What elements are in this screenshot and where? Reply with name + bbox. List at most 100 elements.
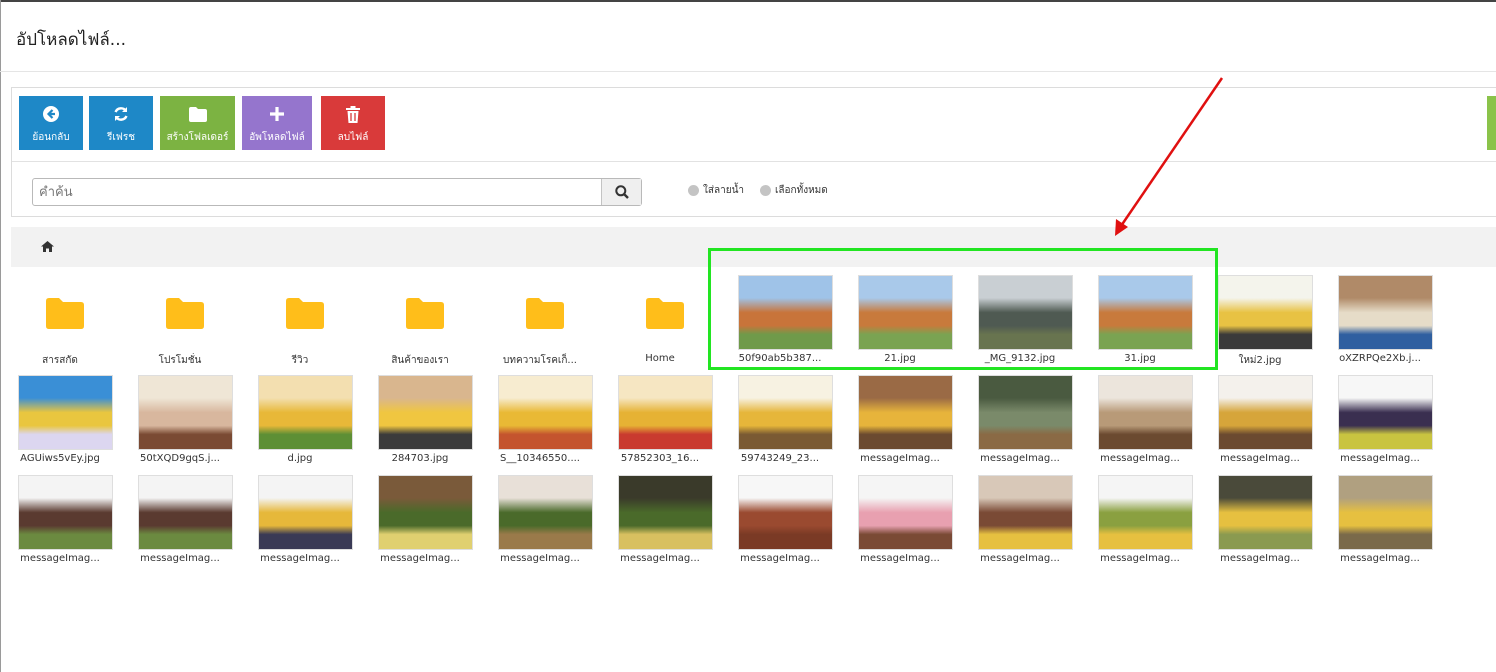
- file-name: messageImag...: [1100, 553, 1180, 564]
- image-thumbnail: [498, 375, 593, 450]
- image-thumbnail: [978, 375, 1073, 450]
- image-thumbnail: [138, 475, 233, 550]
- file-name: AGUiws5vEy.jpg: [20, 453, 100, 464]
- file-name: 284703.jpg: [391, 453, 449, 464]
- file-name: messageImag...: [500, 553, 580, 564]
- image-thumbnail: [258, 375, 353, 450]
- image-thumbnail: [738, 375, 833, 450]
- file-name: 31.jpg: [1124, 353, 1156, 364]
- file-name: _MG_9132.jpg: [984, 353, 1056, 364]
- folder-icon: [46, 298, 84, 329]
- folder-icon: [166, 298, 204, 329]
- file-name: messageImag...: [1340, 453, 1420, 464]
- image-thumbnail: [1218, 375, 1313, 450]
- home-icon[interactable]: [41, 241, 54, 252]
- image-thumbnail: [858, 475, 953, 550]
- file-name: messageImag...: [140, 553, 220, 564]
- back-button[interactable]: ย้อนกลับ: [19, 96, 83, 150]
- back-button-label: ย้อนกลับ: [32, 132, 70, 143]
- image-thumbnail: [1338, 275, 1433, 350]
- file-name: S__10346550....: [500, 453, 580, 464]
- search-input[interactable]: [33, 179, 603, 205]
- file-name: Home: [645, 353, 675, 364]
- folder-icon: [526, 298, 564, 329]
- refresh-button[interactable]: รีเฟรช: [89, 96, 153, 150]
- image-thumbnail: [18, 375, 113, 450]
- file-name: รีวิว: [291, 355, 309, 366]
- file-name: โปรโมชั่น: [158, 355, 202, 366]
- breadcrumb: [11, 227, 1496, 267]
- image-thumbnail: [738, 275, 833, 350]
- delete-file-button[interactable]: ลบไฟล์: [321, 96, 385, 150]
- image-thumbnail: [858, 275, 953, 350]
- image-thumbnail: [378, 475, 473, 550]
- create-folder-button[interactable]: สร้างโฟลเดอร์: [160, 96, 235, 150]
- file-name: messageImag...: [260, 553, 340, 564]
- modal-left-border: [0, 0, 1, 672]
- toolbar-panel: ย้อนกลับ รีเฟรช สร้างโฟลเดอร์ อัพโหลดไฟล…: [11, 87, 1496, 217]
- file-name: บทความโรคเก็...: [503, 355, 577, 366]
- folder-icon: [406, 298, 444, 329]
- file-name: messageImag...: [980, 453, 1060, 464]
- delete-file-button-label: ลบไฟล์: [337, 132, 369, 143]
- image-thumbnail: [1098, 475, 1193, 550]
- refresh-button-label: รีเฟรช: [106, 132, 136, 143]
- image-thumbnail: [1218, 475, 1313, 550]
- file-name: 50tXQD9gqS.j...: [140, 453, 220, 464]
- watermark-option[interactable]: ใส่ลายน้ำ: [688, 183, 744, 198]
- partial-green-button[interactable]: [1487, 96, 1496, 150]
- watermark-label: ใส่ลายน้ำ: [703, 185, 745, 196]
- refresh-icon: [114, 107, 128, 121]
- trash-icon: [346, 105, 360, 123]
- image-thumbnail: [498, 475, 593, 550]
- file-name: messageImag...: [380, 553, 460, 564]
- file-name: messageImag...: [1100, 453, 1180, 464]
- select-all-label: เลือกทั้งหมด: [775, 185, 828, 196]
- file-name: messageImag...: [860, 453, 940, 464]
- image-thumbnail: [1338, 375, 1433, 450]
- image-thumbnail: [618, 375, 713, 450]
- file-name: messageImag...: [1220, 553, 1300, 564]
- image-thumbnail: [978, 475, 1073, 550]
- file-name: oXZRPQe2Xb.j...: [1339, 353, 1421, 364]
- plus-icon: [270, 107, 284, 121]
- create-folder-button-label: สร้างโฟลเดอร์: [166, 132, 229, 143]
- file-name: สินค้าของเรา: [391, 355, 449, 366]
- image-thumbnail: [858, 375, 953, 450]
- file-name: 59743249_23...: [740, 453, 820, 464]
- folder-icon: [646, 298, 684, 329]
- watermark-radio[interactable]: [688, 185, 699, 196]
- file-name: สารสกัด: [42, 355, 78, 366]
- modal-header: อัปโหลดไฟล์...: [0, 2, 1496, 72]
- upload-file-button[interactable]: อัพโหลดไฟล์: [242, 96, 312, 150]
- image-thumbnail: [1338, 475, 1433, 550]
- image-thumbnail: [1098, 375, 1193, 450]
- file-name: messageImag...: [1340, 553, 1420, 564]
- image-thumbnail: [18, 475, 113, 550]
- file-name: messageImag...: [620, 553, 700, 564]
- search-button[interactable]: [601, 179, 641, 205]
- upload-file-button-label: อัพโหลดไฟล์: [249, 132, 305, 143]
- image-thumbnail: [618, 475, 713, 550]
- arrow-left-circle-icon: [43, 106, 59, 122]
- search-box: [32, 178, 642, 206]
- image-thumbnail: [1098, 275, 1193, 350]
- toolbar-divider: [12, 161, 1496, 162]
- folder-icon: [188, 106, 207, 122]
- file-name: ใหม่2.jpg: [1238, 355, 1282, 366]
- select-all-option[interactable]: เลือกทั้งหมด: [760, 183, 828, 198]
- select-all-radio[interactable]: [760, 185, 771, 196]
- image-thumbnail: [378, 375, 473, 450]
- image-thumbnail: [978, 275, 1073, 350]
- file-name: 50f90ab5b387...: [738, 353, 822, 364]
- folder-icon: [286, 298, 324, 329]
- image-thumbnail: [258, 475, 353, 550]
- file-name: messageImag...: [1220, 453, 1300, 464]
- file-name: 21.jpg: [884, 353, 916, 364]
- file-name: messageImag...: [980, 553, 1060, 564]
- image-thumbnail: [1218, 275, 1313, 350]
- file-name: 57852303_16...: [620, 453, 700, 464]
- file-name: messageImag...: [860, 553, 940, 564]
- file-name: messageImag...: [20, 553, 100, 564]
- modal-title: อัปโหลดไฟล์...: [16, 30, 127, 50]
